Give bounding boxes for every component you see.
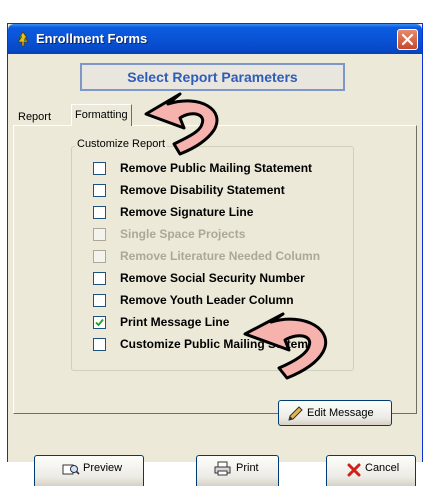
checkbox[interactable] bbox=[93, 162, 106, 175]
print-label: Print bbox=[236, 462, 259, 474]
checkbox[interactable] bbox=[93, 294, 106, 307]
tab-formatting[interactable]: Formatting bbox=[71, 104, 132, 126]
checkbox-checked[interactable] bbox=[93, 316, 106, 329]
report-header: Select Report Parameters bbox=[80, 63, 345, 91]
window-title: Enrollment Forms bbox=[36, 31, 148, 46]
tab-report[interactable]: Report bbox=[15, 108, 54, 126]
close-button[interactable] bbox=[397, 29, 418, 50]
option-label: Remove Literature Needed Column bbox=[120, 249, 321, 263]
red-x-icon bbox=[347, 463, 361, 477]
option-label: Single Space Projects bbox=[120, 227, 246, 241]
cancel-label: Cancel bbox=[365, 462, 400, 474]
checkbox[interactable] bbox=[93, 206, 106, 219]
option-label: Remove Social Security Number bbox=[120, 271, 305, 285]
cancel-button[interactable]: Cancel bbox=[326, 455, 416, 486]
checkbox bbox=[93, 250, 106, 263]
checkbox[interactable] bbox=[93, 338, 106, 351]
edit-message-label: Edit Message bbox=[307, 407, 374, 419]
pencil-icon bbox=[288, 406, 303, 421]
option-label: Print Message Line bbox=[120, 315, 230, 329]
preview-icon bbox=[62, 464, 80, 475]
option-label: Remove Disability Statement bbox=[120, 183, 285, 197]
print-button[interactable]: Print bbox=[196, 455, 279, 486]
option-label: Remove Signature Line bbox=[120, 205, 254, 219]
checkbox[interactable] bbox=[93, 272, 106, 285]
option-label: Remove Youth Leader Column bbox=[120, 293, 294, 307]
option-label: Remove Public Mailing Statement bbox=[120, 161, 313, 175]
close-icon bbox=[401, 33, 414, 46]
checkbox bbox=[93, 228, 106, 241]
preview-button[interactable]: Preview bbox=[34, 455, 144, 486]
preview-label: Preview bbox=[83, 462, 123, 474]
annotation-arrow-formatting bbox=[144, 92, 219, 156]
annotation-arrow-print-message bbox=[243, 312, 327, 380]
tree-icon bbox=[15, 31, 31, 47]
printer-icon bbox=[214, 461, 231, 476]
title-bar: Enrollment Forms bbox=[8, 24, 422, 54]
edit-message-button[interactable]: Edit Message bbox=[278, 400, 392, 426]
checkbox[interactable] bbox=[93, 184, 106, 197]
checkmark-icon bbox=[95, 318, 104, 327]
